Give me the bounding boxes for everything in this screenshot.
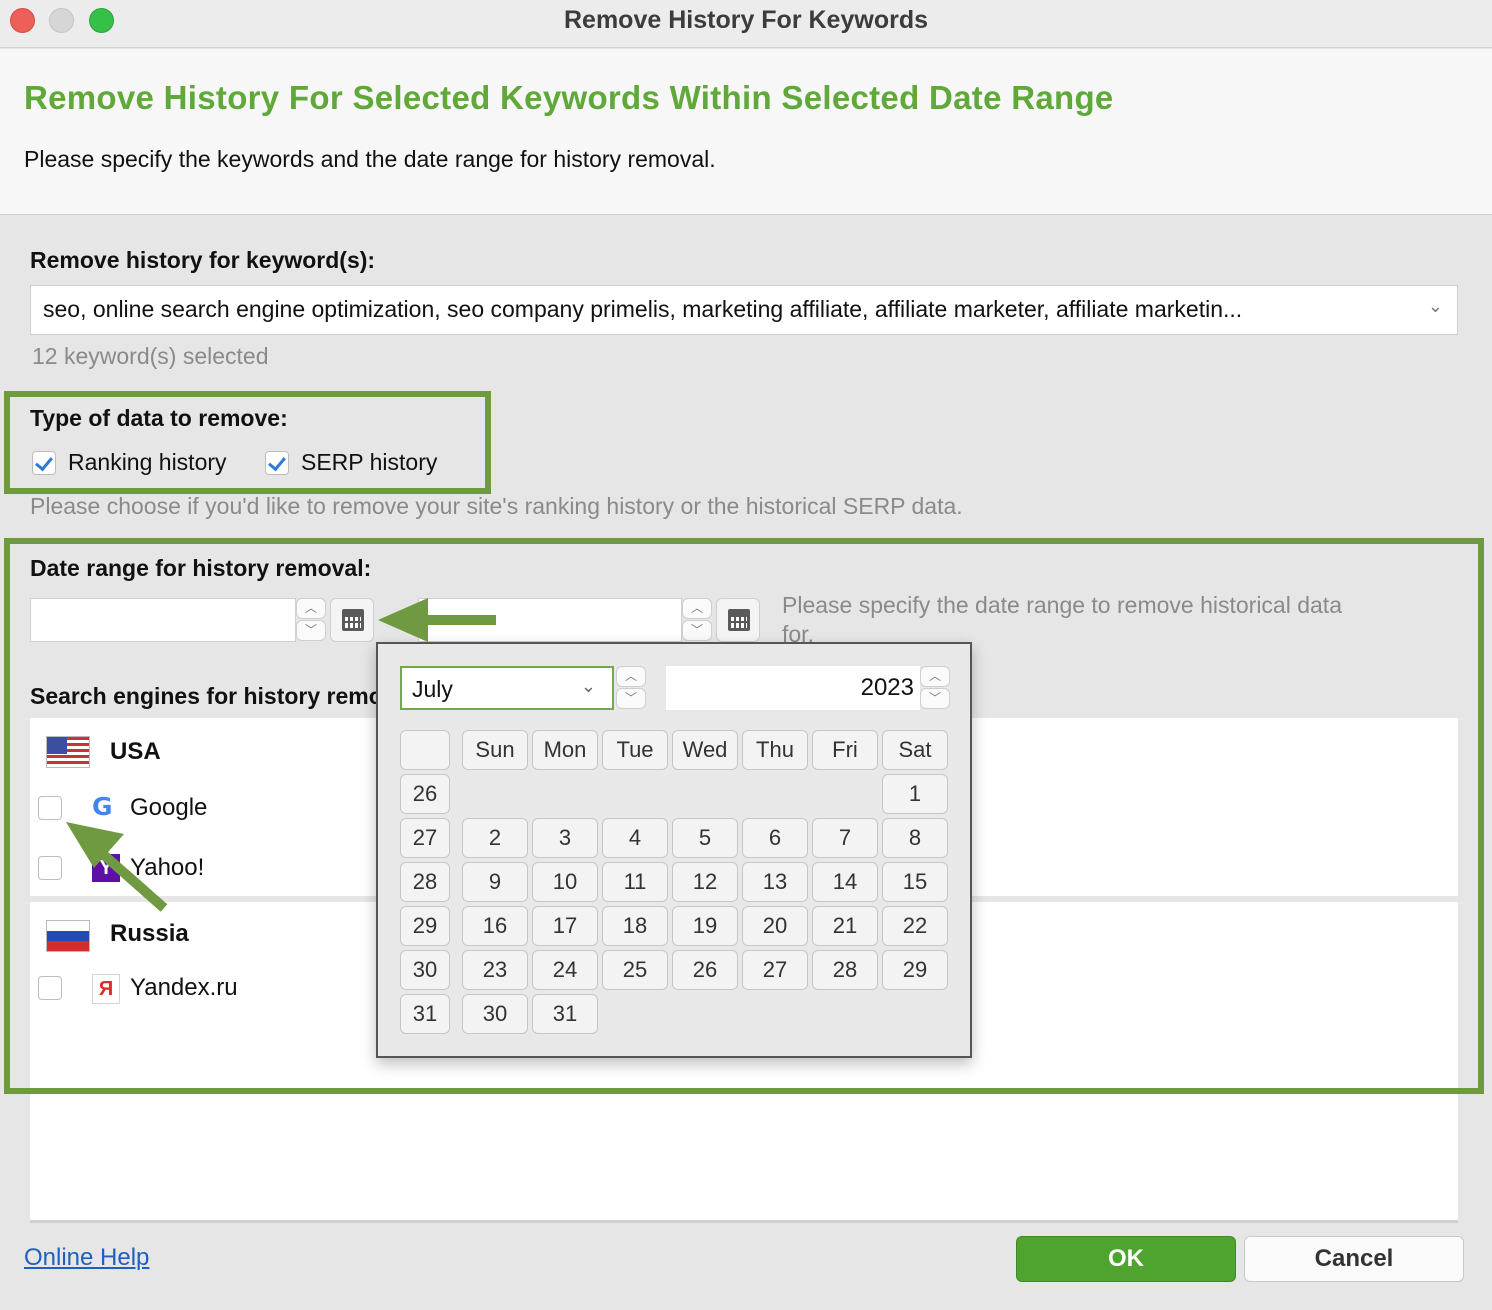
chevron-down-icon[interactable]: ⌄ bbox=[1428, 296, 1443, 317]
calendar-day[interactable]: 16 bbox=[462, 906, 528, 946]
calendar-day[interactable]: 10 bbox=[532, 862, 598, 902]
calendar-day[interactable]: 11 bbox=[602, 862, 668, 902]
chevron-up-icon[interactable]: ︿ bbox=[616, 666, 646, 687]
calendar-day[interactable]: 29 bbox=[882, 950, 948, 990]
week-number: 26 bbox=[400, 774, 450, 814]
keywords-count: 12 keyword(s) selected bbox=[32, 343, 269, 369]
calendar-day[interactable]: 24 bbox=[532, 950, 598, 990]
calendar-day[interactable]: 23 bbox=[462, 950, 528, 990]
calendar-day[interactable]: 6 bbox=[742, 818, 808, 858]
dialog-header: Remove History For Selected Keywords Wit… bbox=[0, 49, 1492, 215]
day-header: Fri bbox=[812, 730, 878, 770]
day-header: Sat bbox=[882, 730, 948, 770]
highlight-box-data-type bbox=[4, 391, 491, 494]
year-value: 2023 bbox=[860, 674, 914, 701]
week-number: 27 bbox=[400, 818, 450, 858]
month-spinner[interactable]: ︿ ﹀ bbox=[616, 666, 646, 710]
month-value: July bbox=[412, 676, 453, 702]
calendar-day[interactable]: 3 bbox=[532, 818, 598, 858]
week-number: 28 bbox=[400, 862, 450, 902]
calendar-day[interactable]: 8 bbox=[882, 818, 948, 858]
keywords-combo[interactable]: seo, online search engine optimization, … bbox=[30, 285, 1458, 335]
week-number: 30 bbox=[400, 950, 450, 990]
chevron-down-icon[interactable]: ﹀ bbox=[920, 688, 950, 709]
keywords-label: Remove history for keyword(s): bbox=[30, 247, 376, 273]
keywords-combo-value: seo, online search engine optimization, … bbox=[43, 296, 1243, 322]
online-help-link[interactable]: Online Help bbox=[24, 1244, 149, 1272]
calendar-day[interactable]: 31 bbox=[532, 994, 598, 1034]
month-select[interactable]: July ⌄ bbox=[400, 666, 614, 710]
calendar-day[interactable]: 7 bbox=[812, 818, 878, 858]
ok-button[interactable]: OK bbox=[1016, 1236, 1236, 1282]
calendar-day[interactable]: 18 bbox=[602, 906, 668, 946]
page-title: Remove History For Selected Keywords Wit… bbox=[24, 79, 1114, 116]
calendar-day[interactable]: 19 bbox=[672, 906, 738, 946]
calendar-day[interactable]: 4 bbox=[602, 818, 668, 858]
calendar-day[interactable]: 15 bbox=[882, 862, 948, 902]
calendar-day[interactable]: 25 bbox=[602, 950, 668, 990]
calendar-day[interactable]: 28 bbox=[812, 950, 878, 990]
calendar-day[interactable]: 1 bbox=[882, 774, 948, 814]
day-header: Sun bbox=[462, 730, 528, 770]
chevron-down-icon[interactable]: ﹀ bbox=[616, 688, 646, 709]
day-header: Tue bbox=[602, 730, 668, 770]
day-header: Wed bbox=[672, 730, 738, 770]
calendar-day[interactable]: 12 bbox=[672, 862, 738, 902]
calendar-day[interactable]: 30 bbox=[462, 994, 528, 1034]
day-header: Mon bbox=[532, 730, 598, 770]
window-title: Remove History For Keywords bbox=[564, 6, 928, 34]
calendar-day[interactable]: 17 bbox=[532, 906, 598, 946]
chevron-up-icon[interactable]: ︿ bbox=[920, 666, 950, 687]
page-subtitle: Please specify the keywords and the date… bbox=[24, 146, 716, 172]
calendar-day[interactable]: 26 bbox=[672, 950, 738, 990]
title-bar: Remove History For Keywords bbox=[0, 0, 1492, 48]
calendar-day[interactable]: 13 bbox=[742, 862, 808, 902]
day-header: Thu bbox=[742, 730, 808, 770]
calendar-day[interactable]: 14 bbox=[812, 862, 878, 902]
week-number: 29 bbox=[400, 906, 450, 946]
calendar-corner-cell bbox=[400, 730, 450, 770]
calendar-day[interactable]: 22 bbox=[882, 906, 948, 946]
calendar-popup: July ⌄ ︿ ﹀ 2023 ︿ ﹀ Sun Mon Tue Wed Thu Fri Sa… bbox=[376, 642, 972, 1058]
calendar-day[interactable]: 21 bbox=[812, 906, 878, 946]
year-field[interactable]: 2023 bbox=[666, 666, 920, 710]
calendar-day[interactable]: 27 bbox=[742, 950, 808, 990]
data-type-hint: Please choose if you'd like to remove yo… bbox=[30, 493, 963, 519]
calendar-day[interactable]: 9 bbox=[462, 862, 528, 902]
calendar-day[interactable]: 20 bbox=[742, 906, 808, 946]
calendar-day[interactable]: 2 bbox=[462, 818, 528, 858]
chevron-down-icon[interactable]: ⌄ bbox=[581, 676, 596, 697]
cancel-button[interactable]: Cancel bbox=[1244, 1236, 1464, 1282]
week-number: 31 bbox=[400, 994, 450, 1034]
calendar-day[interactable]: 5 bbox=[672, 818, 738, 858]
year-spinner[interactable]: ︿ ﹀ bbox=[920, 666, 950, 710]
